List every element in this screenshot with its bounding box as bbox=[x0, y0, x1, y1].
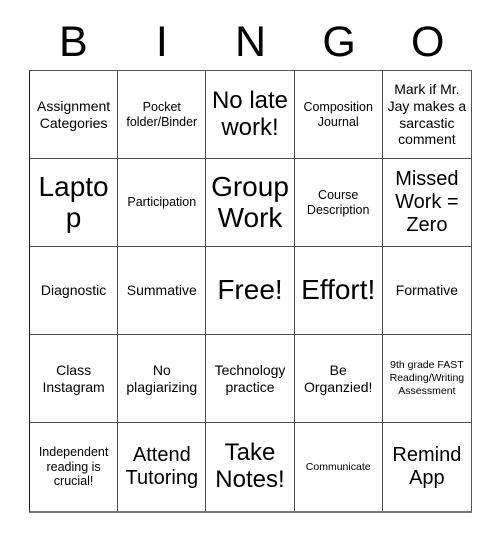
bingo-cell-label: Diagnostic bbox=[40, 282, 107, 299]
bingo-cell[interactable]: Participation bbox=[118, 159, 207, 247]
bingo-cell-label: Course Description bbox=[306, 187, 370, 217]
bingo-cell[interactable]: Communicate bbox=[294, 423, 383, 511]
bingo-cell-label: Formative bbox=[395, 282, 458, 299]
bingo-cell-label: Assignment Categories bbox=[37, 97, 111, 131]
bingo-header-letter-g: G bbox=[322, 17, 356, 66]
bingo-cell[interactable]: 9th grade FAST Reading/Writing Assessmen… bbox=[382, 335, 471, 423]
bingo-cell[interactable]: Assignment Categories bbox=[30, 71, 119, 159]
bingo-cell[interactable]: Course Description bbox=[294, 159, 383, 247]
bingo-cell-label: Composition Journal bbox=[303, 99, 373, 129]
bingo-cell[interactable]: Group Work bbox=[206, 159, 295, 247]
bingo-cell[interactable]: Pocket folder/Binder bbox=[118, 71, 207, 159]
bingo-cell-label: Be Organzied! bbox=[303, 361, 373, 395]
bingo-cell-label: No late work! bbox=[211, 86, 289, 141]
bingo-cell[interactable]: Technology practice bbox=[206, 335, 295, 423]
bingo-cell-label: Technology practice bbox=[214, 361, 286, 395]
bingo-header-letter-n: N bbox=[234, 17, 267, 66]
bingo-cell-label: Missed Work = Zero bbox=[395, 168, 459, 236]
bingo-cell[interactable]: Laptop bbox=[30, 159, 119, 247]
bingo-cell[interactable]: Take Notes! bbox=[206, 423, 295, 511]
bingo-cell[interactable]: Free! bbox=[206, 247, 295, 335]
bingo-cell-label: Effort! bbox=[301, 274, 376, 306]
bingo-cell[interactable]: No plagiarizing bbox=[118, 335, 207, 423]
bingo-cell-label: Laptop bbox=[38, 170, 109, 233]
bingo-cell-label: Free! bbox=[217, 274, 283, 306]
bingo-cell[interactable]: Effort! bbox=[294, 247, 383, 335]
bingo-cell[interactable]: Diagnostic bbox=[30, 247, 119, 335]
bingo-cell[interactable]: Formative bbox=[382, 247, 471, 335]
bingo-cell-label: Pocket folder/Binder bbox=[126, 99, 198, 129]
bingo-header-letter-o: O bbox=[410, 17, 445, 66]
bingo-cell[interactable]: Summative bbox=[118, 247, 207, 335]
bingo-cell-label: Take Notes! bbox=[215, 439, 285, 493]
bingo-cell-label: No plagiarizing bbox=[126, 361, 198, 395]
bingo-cell[interactable]: Attend Tutoring bbox=[118, 423, 207, 511]
bingo-cell[interactable]: Mark if Mr. Jay makes a sarcastic commen… bbox=[382, 71, 471, 159]
bingo-cell-label: Group Work bbox=[211, 170, 289, 233]
bingo-header-letter-b: B bbox=[58, 17, 88, 66]
bingo-grid: Assignment Categories Pocket folder/Binde… bbox=[29, 70, 472, 513]
bingo-cell-label: Participation bbox=[127, 195, 197, 210]
bingo-cell[interactable]: Be Organzied! bbox=[294, 335, 383, 423]
bingo-cell-label: Communicate bbox=[305, 460, 371, 473]
bingo-header: B I N G O bbox=[29, 14, 472, 70]
bingo-cell-label: Summative bbox=[126, 282, 197, 299]
bingo-cell-label: Attend Tutoring bbox=[125, 444, 199, 489]
bingo-cell[interactable]: Independent reading is crucial! bbox=[30, 423, 119, 511]
bingo-cell[interactable]: Composition Journal bbox=[294, 71, 383, 159]
bingo-cell-label: Class Instagram bbox=[42, 361, 105, 395]
bingo-header-letter-i: I bbox=[155, 17, 168, 66]
bingo-cell-label: Remind App bbox=[392, 444, 462, 489]
bingo-cell[interactable]: Missed Work = Zero bbox=[382, 159, 471, 247]
bingo-cell[interactable]: No late work! bbox=[206, 71, 295, 159]
bingo-cell-label: Mark if Mr. Jay makes a sarcastic commen… bbox=[387, 81, 467, 148]
bingo-cell-label: 9th grade FAST Reading/Writing Assessmen… bbox=[389, 359, 465, 397]
bingo-cell-label: Independent reading is crucial! bbox=[38, 444, 109, 489]
bingo-card: B I N G O Assignment Categories Pocket fo… bbox=[0, 0, 500, 544]
bingo-cell[interactable]: Remind App bbox=[382, 423, 471, 511]
bingo-cell[interactable]: Class Instagram bbox=[30, 335, 119, 423]
